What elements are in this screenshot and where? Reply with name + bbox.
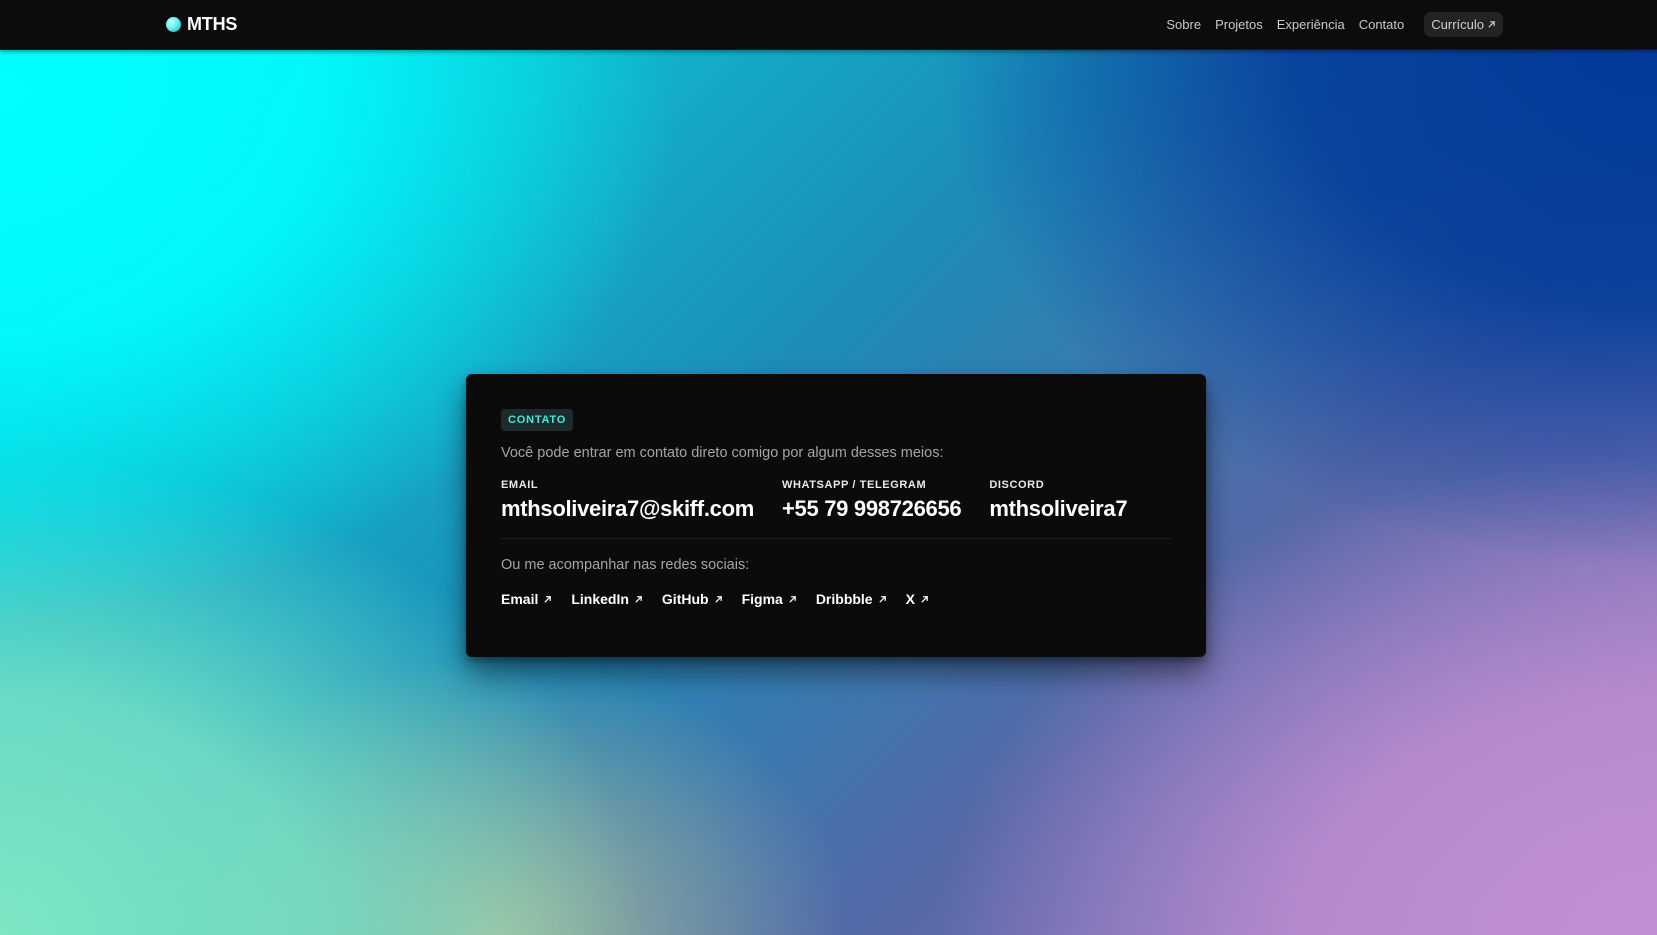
social-link-figma[interactable]: Figma [742, 591, 797, 607]
social-link-x[interactable]: X [906, 591, 929, 607]
contact-methods: EMAIL mthsoliveira7@skiff.com WHATSAPP /… [501, 479, 1171, 522]
social-link-github[interactable]: GitHub [662, 591, 723, 607]
contact-phone-value[interactable]: +55 79 998726656 [782, 496, 962, 522]
social-link-label: GitHub [661, 591, 709, 607]
contact-email-value[interactable]: mthsoliveira7@skiff.com [501, 496, 754, 522]
nav-link-experiencia[interactable]: Experiência [1277, 17, 1345, 32]
social-link-email[interactable]: Email [501, 591, 552, 607]
curriculo-button[interactable]: Currículo [1424, 12, 1503, 37]
social-links: Email LinkedIn GitHub Figma Dribbble X [501, 591, 1171, 607]
top-navigation-bar: MTHS Sobre Projetos Experiência Contato … [0, 0, 1657, 50]
curriculo-label: Currículo [1431, 17, 1484, 32]
contact-email-label: EMAIL [501, 479, 539, 491]
social-link-label: X [905, 591, 915, 607]
arrow-up-right-icon [714, 595, 722, 603]
social-link-label: LinkedIn [571, 591, 629, 607]
nav-link-projetos[interactable]: Projetos [1215, 17, 1263, 32]
contact-card: CONTATO Você pode entrar em contato dire… [466, 374, 1206, 657]
arrow-up-right-icon [878, 595, 886, 603]
social-link-dribbble[interactable]: Dribbble [816, 591, 887, 607]
section-badge: CONTATO [501, 409, 574, 431]
social-link-linkedin[interactable]: LinkedIn [571, 591, 643, 607]
arrow-up-right-icon [921, 595, 928, 603]
arrow-up-right-icon [544, 595, 552, 603]
social-link-label: Email [501, 591, 539, 607]
social-link-label: Dribbble [815, 591, 873, 607]
contact-phone-label: WHATSAPP / TELEGRAM [781, 479, 927, 491]
main-nav: Sobre Projetos Experiência Contato Currí… [1166, 12, 1503, 37]
brand-name: MTHS [187, 14, 238, 34]
arrow-up-right-icon [635, 595, 642, 603]
contact-discord-label: DISCORD [989, 479, 1045, 491]
social-intro-text: Ou me acompanhar nas redes sociais: [501, 557, 750, 573]
contact-email: EMAIL mthsoliveira7@skiff.com [501, 479, 754, 522]
brand-dot-icon [166, 17, 181, 32]
contact-phone: WHATSAPP / TELEGRAM +55 79 998726656 [781, 479, 962, 522]
contact-discord: DISCORD mthsoliveira7 [989, 479, 1127, 522]
arrow-up-right-icon [789, 595, 796, 603]
contact-intro-text: Você pode entrar em contato direto comig… [501, 445, 944, 461]
nav-link-sobre[interactable]: Sobre [1166, 17, 1201, 32]
divider [501, 538, 1171, 539]
nav-link-contato[interactable]: Contato [1359, 17, 1405, 32]
contact-discord-value[interactable]: mthsoliveira7 [989, 496, 1127, 522]
arrow-up-right-icon [1488, 21, 1495, 28]
brand-logo[interactable]: MTHS [166, 14, 237, 35]
social-link-label: Figma [741, 591, 783, 607]
